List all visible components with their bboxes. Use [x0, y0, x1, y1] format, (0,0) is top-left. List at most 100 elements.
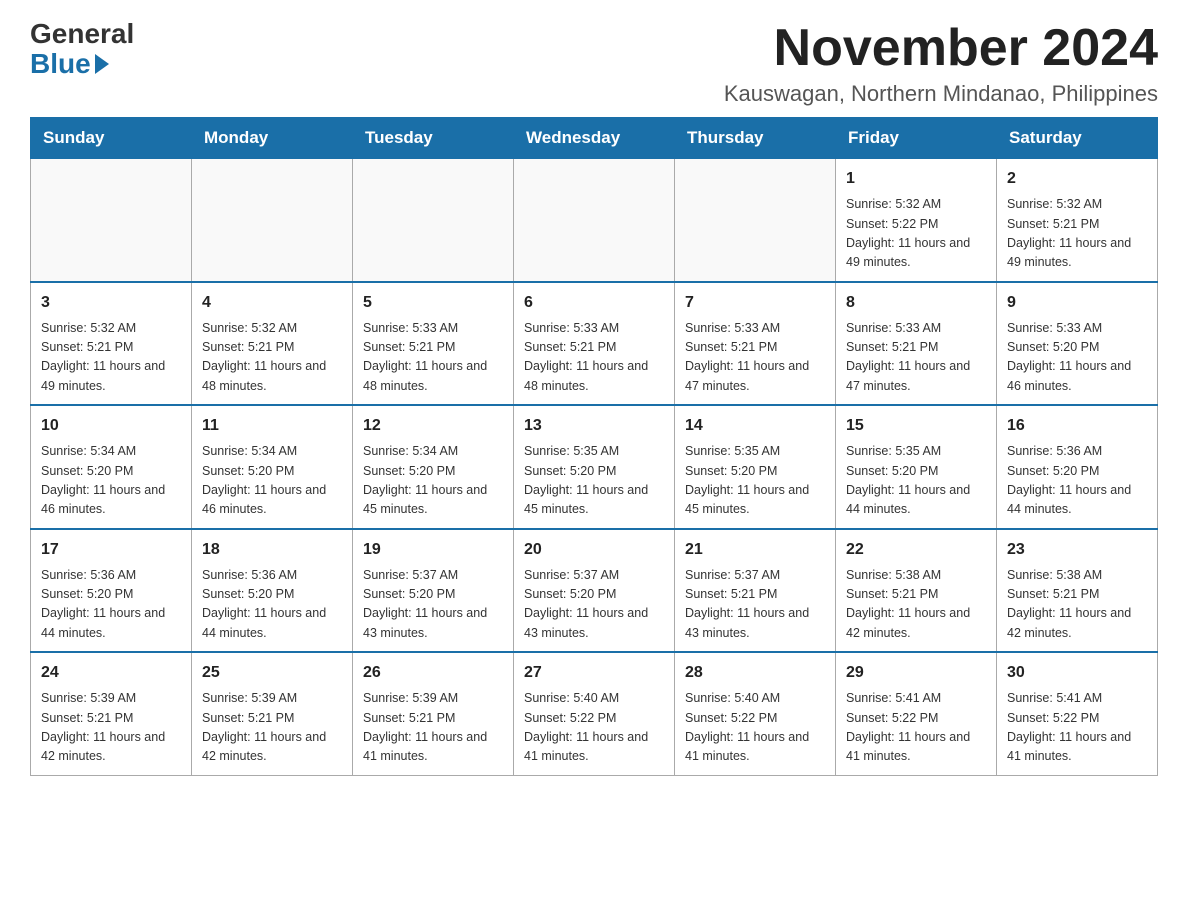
day-number: 16 — [1007, 414, 1147, 438]
calendar-week-row: 10 Sunrise: 5:34 AMSunset: 5:20 PMDayligh… — [31, 405, 1158, 529]
sun-info: Sunrise: 5:33 AMSunset: 5:21 PMDaylight:… — [685, 319, 825, 397]
day-number: 13 — [524, 414, 664, 438]
sun-info: Sunrise: 5:35 AMSunset: 5:20 PMDaylight:… — [685, 442, 825, 520]
calendar-cell: 30 Sunrise: 5:41 AMSunset: 5:22 PMDayligh… — [997, 652, 1158, 775]
day-number: 9 — [1007, 291, 1147, 315]
calendar-cell: 29 Sunrise: 5:41 AMSunset: 5:22 PMDayligh… — [836, 652, 997, 775]
day-number: 2 — [1007, 167, 1147, 191]
sun-info: Sunrise: 5:41 AMSunset: 5:22 PMDaylight:… — [1007, 689, 1147, 767]
header-sunday: Sunday — [31, 118, 192, 159]
day-number: 25 — [202, 661, 342, 685]
sun-info: Sunrise: 5:38 AMSunset: 5:21 PMDaylight:… — [1007, 566, 1147, 644]
header-monday: Monday — [192, 118, 353, 159]
sun-info: Sunrise: 5:33 AMSunset: 5:21 PMDaylight:… — [524, 319, 664, 397]
calendar-week-row: 24 Sunrise: 5:39 AMSunset: 5:21 PMDayligh… — [31, 652, 1158, 775]
day-number: 24 — [41, 661, 181, 685]
logo-blue-label: Blue — [30, 48, 91, 80]
day-number: 21 — [685, 538, 825, 562]
day-number: 17 — [41, 538, 181, 562]
logo-arrow-icon — [95, 54, 109, 74]
header-wednesday: Wednesday — [514, 118, 675, 159]
calendar-cell: 5 Sunrise: 5:33 AMSunset: 5:21 PMDaylight… — [353, 282, 514, 406]
calendar-cell: 18 Sunrise: 5:36 AMSunset: 5:20 PMDayligh… — [192, 529, 353, 653]
calendar-cell: 16 Sunrise: 5:36 AMSunset: 5:20 PMDayligh… — [997, 405, 1158, 529]
header-friday: Friday — [836, 118, 997, 159]
sun-info: Sunrise: 5:34 AMSunset: 5:20 PMDaylight:… — [202, 442, 342, 520]
logo: General Blue — [30, 20, 134, 80]
calendar-cell: 23 Sunrise: 5:38 AMSunset: 5:21 PMDayligh… — [997, 529, 1158, 653]
day-number: 27 — [524, 661, 664, 685]
day-number: 23 — [1007, 538, 1147, 562]
sun-info: Sunrise: 5:36 AMSunset: 5:20 PMDaylight:… — [1007, 442, 1147, 520]
calendar-cell: 3 Sunrise: 5:32 AMSunset: 5:21 PMDaylight… — [31, 282, 192, 406]
sun-info: Sunrise: 5:34 AMSunset: 5:20 PMDaylight:… — [41, 442, 181, 520]
calendar-cell — [192, 159, 353, 282]
day-number: 28 — [685, 661, 825, 685]
sun-info: Sunrise: 5:36 AMSunset: 5:20 PMDaylight:… — [202, 566, 342, 644]
calendar-cell: 12 Sunrise: 5:34 AMSunset: 5:20 PMDayligh… — [353, 405, 514, 529]
day-number: 20 — [524, 538, 664, 562]
calendar-cell — [514, 159, 675, 282]
calendar-cell: 26 Sunrise: 5:39 AMSunset: 5:21 PMDayligh… — [353, 652, 514, 775]
calendar-week-row: 1 Sunrise: 5:32 AMSunset: 5:22 PMDaylight… — [31, 159, 1158, 282]
sun-info: Sunrise: 5:39 AMSunset: 5:21 PMDaylight:… — [363, 689, 503, 767]
sun-info: Sunrise: 5:41 AMSunset: 5:22 PMDaylight:… — [846, 689, 986, 767]
day-number: 29 — [846, 661, 986, 685]
calendar-week-row: 3 Sunrise: 5:32 AMSunset: 5:21 PMDaylight… — [31, 282, 1158, 406]
sun-info: Sunrise: 5:33 AMSunset: 5:20 PMDaylight:… — [1007, 319, 1147, 397]
day-number: 30 — [1007, 661, 1147, 685]
sun-info: Sunrise: 5:32 AMSunset: 5:21 PMDaylight:… — [1007, 195, 1147, 273]
day-number: 26 — [363, 661, 503, 685]
day-number: 5 — [363, 291, 503, 315]
day-number: 12 — [363, 414, 503, 438]
sun-info: Sunrise: 5:33 AMSunset: 5:21 PMDaylight:… — [363, 319, 503, 397]
calendar-cell: 6 Sunrise: 5:33 AMSunset: 5:21 PMDaylight… — [514, 282, 675, 406]
calendar-cell — [353, 159, 514, 282]
calendar-cell: 8 Sunrise: 5:33 AMSunset: 5:21 PMDaylight… — [836, 282, 997, 406]
sun-info: Sunrise: 5:33 AMSunset: 5:21 PMDaylight:… — [846, 319, 986, 397]
sun-info: Sunrise: 5:37 AMSunset: 5:21 PMDaylight:… — [685, 566, 825, 644]
day-number: 1 — [846, 167, 986, 191]
day-number: 15 — [846, 414, 986, 438]
calendar-table: Sunday Monday Tuesday Wednesday Thursday… — [30, 117, 1158, 776]
calendar-cell: 24 Sunrise: 5:39 AMSunset: 5:21 PMDayligh… — [31, 652, 192, 775]
day-number: 18 — [202, 538, 342, 562]
header-thursday: Thursday — [675, 118, 836, 159]
sun-info: Sunrise: 5:40 AMSunset: 5:22 PMDaylight:… — [685, 689, 825, 767]
calendar-cell: 21 Sunrise: 5:37 AMSunset: 5:21 PMDayligh… — [675, 529, 836, 653]
calendar-cell: 7 Sunrise: 5:33 AMSunset: 5:21 PMDaylight… — [675, 282, 836, 406]
calendar-header-row: Sunday Monday Tuesday Wednesday Thursday… — [31, 118, 1158, 159]
calendar-cell: 13Sunrise: 5:35 AMSunset: 5:20 PMDayligh… — [514, 405, 675, 529]
day-number: 7 — [685, 291, 825, 315]
calendar-cell: 17Sunrise: 5:36 AMSunset: 5:20 PMDayligh… — [31, 529, 192, 653]
sun-info: Sunrise: 5:40 AMSunset: 5:22 PMDaylight:… — [524, 689, 664, 767]
sun-info: Sunrise: 5:38 AMSunset: 5:21 PMDaylight:… — [846, 566, 986, 644]
day-number: 4 — [202, 291, 342, 315]
sun-info: Sunrise: 5:37 AMSunset: 5:20 PMDaylight:… — [363, 566, 503, 644]
day-number: 10 — [41, 414, 181, 438]
calendar-cell: 25Sunrise: 5:39 AMSunset: 5:21 PMDayligh… — [192, 652, 353, 775]
calendar-cell — [31, 159, 192, 282]
sun-info: Sunrise: 5:32 AMSunset: 5:22 PMDaylight:… — [846, 195, 986, 273]
day-number: 3 — [41, 291, 181, 315]
calendar-cell: 20 Sunrise: 5:37 AMSunset: 5:20 PMDayligh… — [514, 529, 675, 653]
calendar-cell — [675, 159, 836, 282]
location-subtitle: Kauswagan, Northern Mindanao, Philippine… — [724, 81, 1158, 107]
calendar-cell: 11Sunrise: 5:34 AMSunset: 5:20 PMDayligh… — [192, 405, 353, 529]
sun-info: Sunrise: 5:32 AMSunset: 5:21 PMDaylight:… — [41, 319, 181, 397]
calendar-cell: 28 Sunrise: 5:40 AMSunset: 5:22 PMDayligh… — [675, 652, 836, 775]
header-saturday: Saturday — [997, 118, 1158, 159]
calendar-cell: 14Sunrise: 5:35 AMSunset: 5:20 PMDayligh… — [675, 405, 836, 529]
day-number: 19 — [363, 538, 503, 562]
day-number: 8 — [846, 291, 986, 315]
title-block: November 2024 Kauswagan, Northern Mindan… — [724, 20, 1158, 107]
calendar-cell: 2 Sunrise: 5:32 AMSunset: 5:21 PMDaylight… — [997, 159, 1158, 282]
day-number: 6 — [524, 291, 664, 315]
logo-blue-text: Blue — [30, 48, 109, 80]
sun-info: Sunrise: 5:34 AMSunset: 5:20 PMDaylight:… — [363, 442, 503, 520]
calendar-cell: 9 Sunrise: 5:33 AMSunset: 5:20 PMDaylight… — [997, 282, 1158, 406]
header-tuesday: Tuesday — [353, 118, 514, 159]
calendar-cell: 27 Sunrise: 5:40 AMSunset: 5:22 PMDayligh… — [514, 652, 675, 775]
sun-info: Sunrise: 5:37 AMSunset: 5:20 PMDaylight:… — [524, 566, 664, 644]
sun-info: Sunrise: 5:39 AMSunset: 5:21 PMDaylight:… — [41, 689, 181, 767]
